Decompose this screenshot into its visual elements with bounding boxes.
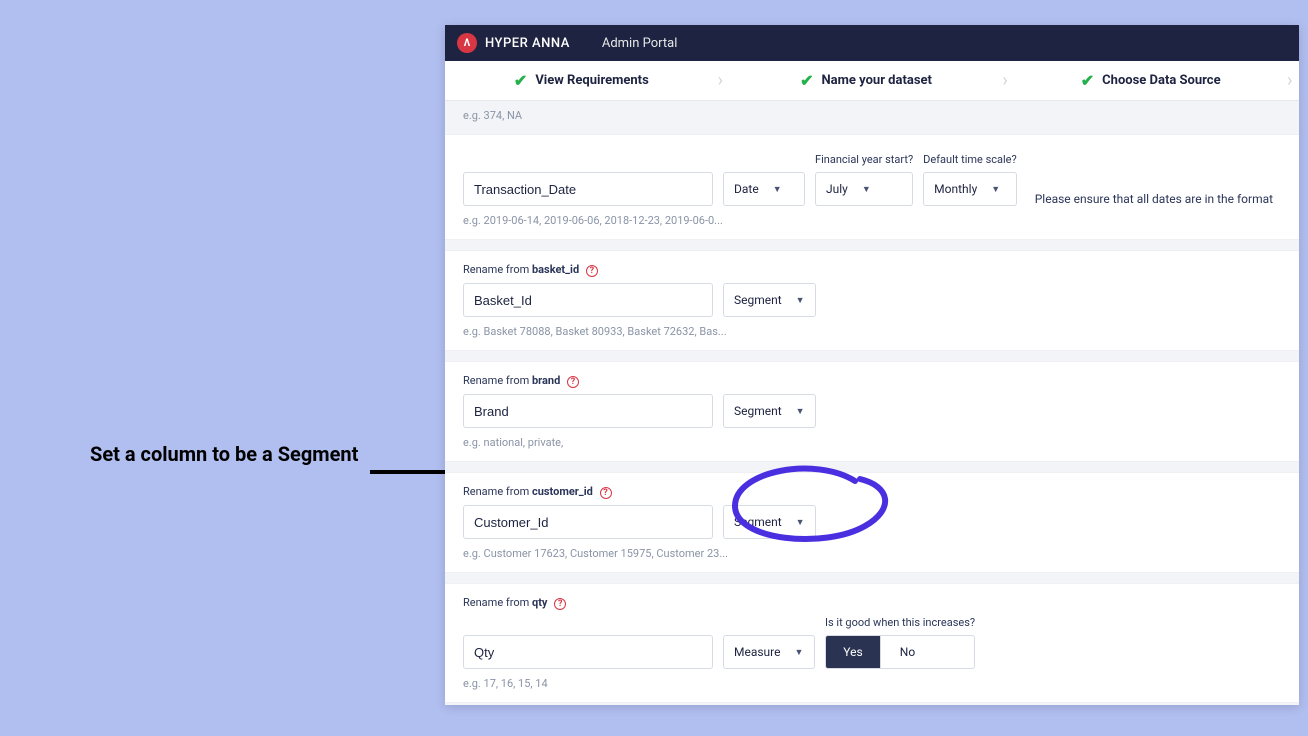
column-name-input[interactable] [463,505,713,539]
portal-label: Admin Portal [602,36,678,51]
annotation-text: Set a column to be a Segment [90,440,370,468]
rename-label: Rename from customer_id ? [463,485,1281,499]
financial-year-label: Financial year start? [815,153,913,166]
step-view-requirements[interactable]: ✔ View Requirements [445,61,718,100]
column-type-select[interactable]: Segment ▼ [723,283,816,317]
chevron-down-icon: ▼ [796,295,805,306]
time-scale-label: Default time scale? [923,153,1017,166]
column-name-input[interactable] [463,172,713,206]
help-icon[interactable]: ? [567,376,579,388]
example-hint: e.g. Basket 78088, Basket 80933, Basket … [463,325,1281,338]
help-icon[interactable]: ? [600,487,612,499]
select-value: Segment [734,293,782,307]
step-label: Name your dataset [821,73,931,88]
chevron-icon: › [718,61,730,100]
time-scale-select[interactable]: Monthly ▼ [923,172,1017,206]
column-name-input[interactable] [463,283,713,317]
financial-year-select[interactable]: July ▼ [815,172,913,206]
toggle-yes[interactable]: Yes [826,636,880,668]
toggle-no[interactable]: No [880,636,934,668]
chevron-icon: › [1002,61,1014,100]
rename-label: Rename from qty ? [463,596,1281,610]
column-name-input[interactable] [463,394,713,428]
column-card-basket-id: Rename from basket_id ? Segment ▼ e.g. B… [445,250,1299,351]
column-name-input[interactable] [463,635,713,669]
step-tabs: ✔ View Requirements › ✔ Name your datase… [445,61,1299,101]
step-name-dataset[interactable]: ✔ Name your dataset [730,61,1003,100]
chevron-icon: › [1287,61,1299,100]
column-card-transaction-date: Date ▼ Financial year start? July ▼ Defa… [445,134,1299,240]
column-card-qty: Rename from qty ? Measure ▼ Is it good w… [445,583,1299,703]
chevron-down-icon: ▼ [795,647,804,658]
check-icon: ✔ [514,71,527,90]
content-area: e.g. 374, NA Date ▼ Financial year start… [445,101,1299,705]
select-value: Measure [734,645,781,659]
select-value: Segment [734,404,782,418]
step-choose-source[interactable]: ✔ Choose Data Source [1014,61,1287,100]
select-value: Monthly [934,182,977,196]
brand-logo: Λ HYPER ANNA [457,33,570,53]
column-card-brand: Rename from brand ? Segment ▼ e.g. natio… [445,361,1299,462]
app-window: Λ HYPER ANNA Admin Portal ✔ View Require… [445,25,1299,705]
help-icon[interactable]: ? [554,598,566,610]
rename-label: Rename from brand ? [463,374,1281,388]
column-type-select[interactable]: Measure ▼ [723,635,815,669]
column-type-select[interactable]: Segment ▼ [723,394,816,428]
brand-name: HYPER ANNA [485,36,570,51]
select-value: July [826,182,848,196]
chevron-down-icon: ▼ [796,517,805,528]
step-label: Choose Data Source [1102,73,1220,88]
yes-no-toggle: Yes No [825,635,975,669]
chevron-down-icon: ▼ [773,184,782,195]
help-icon[interactable]: ? [586,265,598,277]
check-icon: ✔ [1081,71,1094,90]
top-bar: Λ HYPER ANNA Admin Portal [445,25,1299,61]
example-hint: e.g. 2019-06-14, 2019-06-06, 2018-12-23,… [463,214,1281,227]
logo-icon: Λ [457,33,477,53]
chevron-down-icon: ▼ [796,406,805,417]
example-hint: e.g. Customer 17623, Customer 15975, Cus… [463,547,1281,560]
check-icon: ✔ [800,71,813,90]
chevron-down-icon: ▼ [991,184,1000,195]
column-card-customer-id: Rename from customer_id ? Segment ▼ e.g.… [445,472,1299,573]
select-value: Date [734,182,759,196]
example-hint: e.g. 17, 16, 15, 14 [463,677,1281,690]
example-hint: e.g. national, private, [463,436,1281,449]
increase-good-label: Is it good when this increases? [825,616,975,629]
column-type-select[interactable]: Segment ▼ [723,505,816,539]
step-label: View Requirements [535,73,648,88]
chevron-down-icon: ▼ [862,184,871,195]
select-value: Segment [734,515,782,529]
example-hint: e.g. 374, NA [445,109,1299,122]
column-type-select[interactable]: Date ▼ [723,172,805,206]
rename-label: Rename from basket_id ? [463,263,1281,277]
date-format-note: Please ensure that all dates are in the … [1035,192,1273,206]
